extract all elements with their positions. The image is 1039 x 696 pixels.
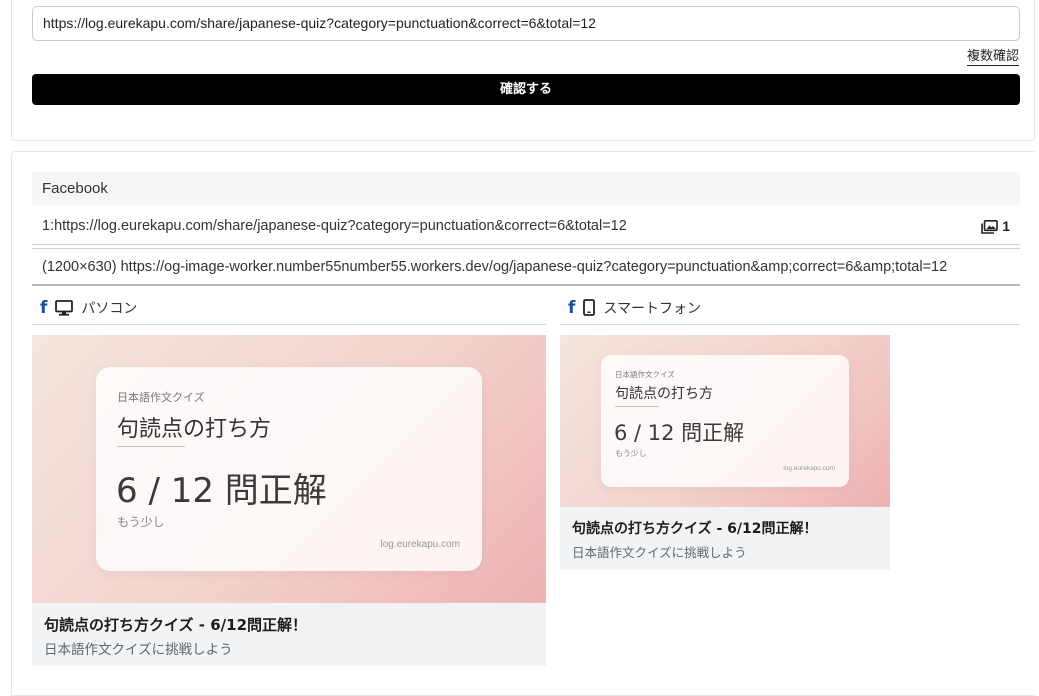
image-count: 1 [1002,218,1010,234]
facebook-icon: f [568,297,576,318]
desktop-caption: 句読点の打ち方クイズ - 6/12問正解！ 日本語作文クイズに挑戦しよう [32,603,546,666]
og-divider [117,446,185,447]
og-sub: もう少し [615,449,647,458]
og-divider [615,406,659,407]
mobile-label: スマートフォン [603,300,701,317]
og-score: 6 / 12 問正解 [116,471,327,511]
desktop-heading: f パソコン [32,291,546,325]
shared-url-text: 1:https://log.eurekapu.com/share/japanes… [42,218,627,234]
facebook-preview-card: Facebook 1:https://log.eurekapu.com/shar… [11,151,1035,696]
facebook-icon: f [40,297,48,318]
caption-description: 日本語作文クイズに挑戦しよう [44,642,233,658]
og-category: 日本語作文クイズ [117,391,205,404]
url-form-card: https://log.eurekapu.com/share/japanese-… [11,0,1035,141]
og-image-desktop: 日本語作文クイズ 句読点の打ち方 6 / 12 問正解 もう少し log.eur… [32,335,546,603]
desktop-label: パソコン [81,300,138,317]
caption-description: 日本語作文クイズに挑戦しよう [572,545,747,560]
og-domain: log.eurekapu.com [783,465,835,472]
shared-url-row: 1:https://log.eurekapu.com/share/japanes… [32,208,1020,245]
url-input[interactable]: https://log.eurekapu.com/share/japanese-… [32,6,1020,41]
multi-confirm-link[interactable]: 複数確認 [966,48,1019,66]
mobile-preview[interactable]: 日本語作文クイズ 句読点の打ち方 6 / 12 問正解 もう少し log.eur… [560,335,890,570]
og-image-mobile: 日本語作文クイズ 句読点の打ち方 6 / 12 問正解 もう少し log.eur… [560,335,890,507]
og-title: 句読点の打ち方 [615,386,713,402]
caption-title: 句読点の打ち方クイズ - 6/12問正解！ [572,521,818,537]
og-title: 句読点の打ち方 [117,417,272,442]
image-count-badge: 1 [981,208,1010,245]
og-sub: もう少し [117,515,165,529]
section-title: Facebook [32,172,1020,205]
og-domain: log.eurekapu.com [380,539,461,550]
og-score: 6 / 12 問正解 [614,421,745,445]
mobile-heading: f スマートフォン [560,291,1020,325]
og-category: 日本語作文クイズ [615,370,675,379]
mobile-caption: 句読点の打ち方クイズ - 6/12問正解！ 日本語作文クイズに挑戦しよう [560,507,890,570]
smartphone-icon [583,299,596,316]
monitor-icon [55,299,74,316]
caption-title: 句読点の打ち方クイズ - 6/12問正解！ [44,616,308,634]
og-card: 日本語作文クイズ 句読点の打ち方 6 / 12 問正解 もう少し log.eur… [96,367,482,571]
desktop-preview[interactable]: 日本語作文クイズ 句読点の打ち方 6 / 12 問正解 もう少し log.eur… [32,335,546,666]
confirm-button[interactable]: 確認する [32,74,1020,105]
og-image-row: (1200×630) https://og-image-worker.numbe… [32,248,1020,286]
images-icon [981,219,999,234]
og-card: 日本語作文クイズ 句読点の打ち方 6 / 12 問正解 もう少し log.eur… [601,355,849,487]
